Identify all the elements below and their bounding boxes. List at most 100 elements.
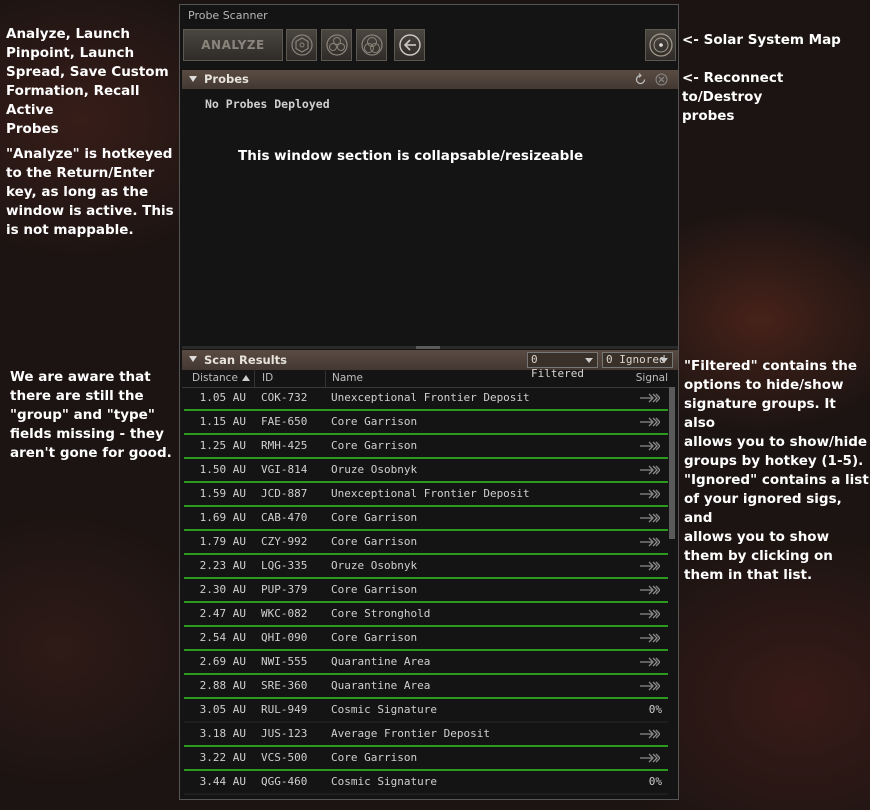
warp-to-icon[interactable] [640,561,660,571]
cell-distance: 2.47 AU [199,607,246,620]
collapse-triangle-icon[interactable] [189,356,197,362]
reconnect-icon[interactable] [634,73,647,86]
filtered-dropdown[interactable]: 0 Filtered [527,352,598,380]
cell-id: NWI-555 [261,655,308,668]
column-name[interactable]: Name [332,372,363,384]
note-solar-system-map: <- Solar System Map [682,31,867,50]
no-probes-text: No Probes Deployed [205,97,330,111]
table-row[interactable]: 2.69 AU NWI-555 Quarantine Area [184,651,668,675]
warp-to-icon[interactable] [640,585,660,595]
cell-id: JUS-123 [261,727,308,740]
note-line: window is active. This [6,203,174,219]
note-line: them in that list. [684,567,813,583]
table-row[interactable]: 2.54 AU QHI-090 Core Garrison [184,627,668,651]
table-row[interactable]: 1.25 AU RMH-425 Core Garrison [184,435,668,459]
cell-name: Core Garrison [331,535,418,548]
note-line: <- Reconnect to/Destroy [682,70,784,105]
cell-name: Core Garrison [331,415,418,428]
cell-distance: 1.59 AU [199,487,246,500]
warp-to-icon[interactable] [640,753,660,763]
cell-name: Unexceptional Frontier Deposit [331,487,530,500]
note-line: "group" and "type" [10,407,155,423]
warp-to-icon[interactable] [640,729,660,739]
cell-name: Cosmic Signature [331,703,437,716]
cell-distance: 2.23 AU [199,559,246,572]
note-line: We are aware that [10,369,151,385]
collapse-triangle-icon[interactable] [189,76,197,82]
cell-name: Quarantine Area [331,655,431,668]
ignored-dropdown[interactable]: 0 Ignored [602,352,673,368]
cell-id: JCD-887 [261,487,308,500]
cell-name: Core Garrison [331,511,418,524]
recall-probes-button[interactable] [394,29,425,61]
cell-id: LQG-335 [261,559,308,572]
warp-to-icon[interactable] [640,633,660,643]
warp-to-icon[interactable] [640,537,660,547]
table-row[interactable]: 3.22 AU VCS-500 Core Garrison [184,747,668,771]
warp-to-icon[interactable] [640,657,660,667]
analyze-button[interactable]: ANALYZE [183,29,283,61]
warp-to-icon[interactable] [640,609,660,619]
column-separator[interactable] [254,369,255,387]
warp-to-icon[interactable] [640,465,660,475]
warp-to-icon[interactable] [640,513,660,523]
note-line: Spread, Save Custom [6,64,169,80]
chevron-down-icon [585,358,593,363]
warp-to-icon[interactable] [640,393,660,403]
note-line: key, as long as the [6,184,149,200]
table-row[interactable]: 3.44 AU QGG-460 Cosmic Signature 0% [184,771,668,795]
warp-to-icon[interactable] [640,681,660,691]
table-row[interactable]: 1.79 AU CZY-992 Core Garrison [184,531,668,555]
cell-name: Oruze Osobnyk [331,559,418,572]
chevron-down-icon [660,358,668,363]
table-row[interactable]: 1.59 AU JCD-887 Unexceptional Frontier Dep… [184,483,668,507]
cell-distance: 2.88 AU [199,679,246,692]
save-custom-formation-button[interactable] [356,29,387,61]
toolbar: ANALYZE [183,29,677,63]
cell-id: VGI-814 [261,463,308,476]
note-line: options to hide/show [684,377,844,393]
column-separator[interactable] [325,369,326,387]
table-row[interactable]: 3.18 AU JUS-123 Average Frontier Deposit [184,723,668,747]
pinpoint-formation-icon [290,34,313,56]
cell-distance: 1.15 AU [199,415,246,428]
warp-to-icon[interactable] [640,417,660,427]
cell-distance: 2.54 AU [199,631,246,644]
note-line: fields missing - they [10,426,164,442]
cell-id: PUP-379 [261,583,308,596]
cell-id: RMH-425 [261,439,308,452]
launch-pinpoint-button[interactable] [286,29,317,61]
table-row[interactable]: 2.23 AU LQG-335 Oruze Osobnyk [184,555,668,579]
solar-system-map-button[interactable] [645,29,676,61]
warp-to-icon[interactable] [640,489,660,499]
table-row[interactable]: 1.15 AU FAE-650 Core Garrison [184,411,668,435]
warp-to-icon[interactable] [640,441,660,451]
column-distance[interactable]: Distance [192,372,238,384]
cell-id: VCS-500 [261,751,308,764]
splitter-grip-icon[interactable] [416,346,440,349]
spread-formation-icon [325,34,348,56]
note-line: there are still the [10,388,144,404]
column-id[interactable]: ID [262,372,273,384]
table-row[interactable]: 2.30 AU PUP-379 Core Garrison [184,579,668,603]
table-row[interactable]: 1.05 AU COK-732 Unexceptional Frontier Dep… [184,387,668,411]
destroy-probes-icon[interactable] [655,73,668,86]
cell-distance: 2.30 AU [199,583,246,596]
cell-name: Oruze Osobnyk [331,463,418,476]
cell-distance: 1.25 AU [199,439,246,452]
launch-spread-button[interactable] [321,29,352,61]
table-row[interactable]: 2.88 AU SRE-360 Quarantine Area [184,675,668,699]
note-line: <- Solar System Map [682,32,841,48]
table-row[interactable]: 1.50 AU VGI-814 Oruze Osobnyk [184,459,668,483]
probe-scanner-window: Probe Scanner ANALYZE Probes No Probes D… [179,4,679,800]
cell-name: Average Frontier Deposit [331,727,490,740]
table-row[interactable]: 3.05 AU RUL-949 Cosmic Signature 0% [184,699,668,723]
column-signal[interactable]: Signal [636,372,668,384]
table-row[interactable]: 2.47 AU WKC-082 Core Stronghold [184,603,668,627]
probes-section-header[interactable]: Probes [182,70,678,89]
note-missing-fields: We are aware that there are still the "g… [10,368,175,463]
table-row[interactable]: 1.69 AU CAB-470 Core Garrison [184,507,668,531]
scan-results-section-header[interactable]: Scan Results 0 Filtered 0 Ignored [182,350,678,380]
results-scrollbar[interactable] [669,387,675,539]
cell-distance: 3.44 AU [199,775,246,788]
